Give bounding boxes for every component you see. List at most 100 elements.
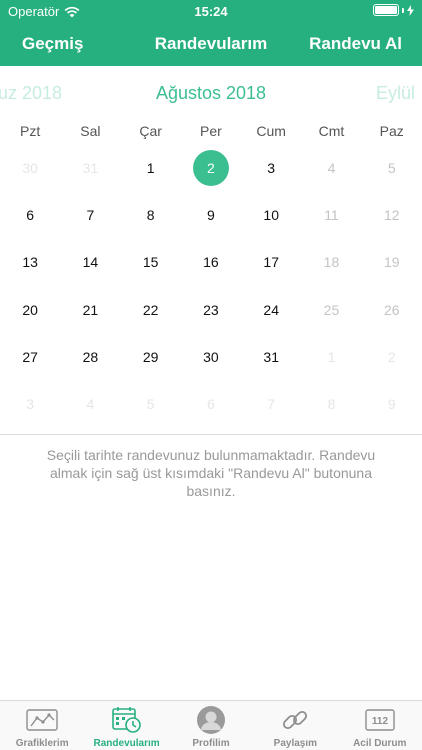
calendar-day-number: 4 (327, 159, 336, 176)
calendar-day[interactable]: 15 (121, 239, 181, 286)
page-title: Randevularım (154, 34, 268, 53)
calendar-day[interactable]: 23 (181, 286, 241, 333)
battery-tip (402, 7, 404, 13)
calendar-day-number: 5 (146, 396, 155, 413)
history-button[interactable]: Geçmiş (22, 34, 83, 54)
profile-avatar-icon (196, 706, 225, 734)
calendar-day[interactable]: 19 (362, 239, 422, 286)
tab-bar: Grafiklerim Randevularım Profilim Paylaş… (0, 700, 422, 750)
weekday-label: Sal (80, 123, 101, 139)
calendar-day-number: 13 (22, 254, 38, 271)
current-month: Ağustos 2018 (155, 83, 267, 103)
tab-profile[interactable]: Profilim (169, 701, 253, 750)
calendar-day-number: 28 (82, 348, 99, 365)
calendar-day-number: 5 (387, 159, 396, 176)
calendar-day[interactable]: 18 (301, 239, 361, 286)
tab-appointments[interactable]: Randevularım (84, 701, 168, 750)
navigation-bar: Geçmiş Randevularım Randevu Al (0, 30, 422, 58)
calendar-day[interactable]: 27 (0, 333, 60, 380)
calendar-day[interactable]: 7 (60, 191, 120, 238)
empty-state-message: Seçili tarihte randevunuz bulunmamaktadı… (46, 447, 376, 499)
calendar-day-number: 15 (142, 254, 159, 271)
calendar-day-number: 2 (192, 149, 229, 186)
calendar-day[interactable]: 4 (60, 380, 120, 427)
calendar-day[interactable]: 12 (362, 191, 422, 238)
calendar-day[interactable]: 1 (121, 144, 181, 191)
calendar-day-selected[interactable]: 2 (181, 144, 241, 191)
calendar-day-number: 30 (203, 348, 219, 365)
calendar-day[interactable]: 1 (301, 333, 361, 380)
calendar-day-number: 25 (323, 301, 340, 318)
prev-month[interactable]: uz 2018 (0, 83, 62, 104)
calendar-day[interactable]: 14 (60, 239, 120, 286)
calendar-day-number: 19 (383, 254, 400, 271)
calendar-day[interactable]: 26 (362, 286, 422, 333)
calendar-day[interactable]: 6 (0, 191, 60, 238)
calendar-day[interactable]: 28 (60, 333, 120, 380)
calendar-day[interactable]: 2 (362, 333, 422, 380)
tab-profile-label: Profilim (192, 738, 230, 749)
link-icon (283, 710, 308, 730)
tab-charts[interactable]: Grafiklerim (0, 701, 84, 750)
calendar-day[interactable]: 17 (241, 239, 301, 286)
next-month[interactable]: Eylül (376, 83, 415, 104)
calendar-day-number: 20 (22, 301, 38, 318)
weekday-label: Paz (379, 123, 404, 139)
calendar-clock-icon (111, 707, 141, 733)
calendar-day[interactable]: 24 (241, 286, 301, 333)
calendar-day[interactable]: 13 (0, 239, 60, 286)
calendar-day[interactable]: 10 (241, 191, 301, 238)
weekday-label: Çar (139, 123, 162, 139)
calendar-day[interactable]: 8 (121, 191, 181, 238)
calendar-day[interactable]: 6 (181, 380, 241, 427)
calendar-day-number: 4 (86, 396, 95, 413)
tab-charts-label: Grafiklerim (15, 738, 69, 749)
calendar-day-number: 27 (22, 348, 38, 365)
calendar-day-number: 24 (263, 301, 279, 318)
calendar-day-number: 12 (383, 206, 400, 223)
calendar-day[interactable]: 30 (181, 333, 241, 380)
calendar-day[interactable]: 11 (301, 191, 361, 238)
calendar-day-number: 2 (387, 348, 396, 365)
calendar-day[interactable]: 29 (121, 333, 181, 380)
tab-share[interactable]: Paylaşım (253, 701, 337, 750)
header: Operatör 15:24 Geçmiş Randevularım Rande… (0, 0, 422, 66)
calendar-day[interactable]: 30 (0, 144, 60, 191)
calendar-day[interactable]: 22 (121, 286, 181, 333)
month-scroller[interactable]: uz 2018 Ağustos 2018 Eylül (0, 80, 422, 108)
calendar-day-number: 8 (327, 396, 336, 413)
calendar-day-number: 11 (324, 206, 339, 223)
calendar-day[interactable]: 5 (362, 144, 422, 191)
calendar-day-number: 30 (22, 159, 38, 176)
calendar-day-number: 1 (327, 348, 336, 365)
calendar-day[interactable]: 25 (301, 286, 361, 333)
calendar-day[interactable]: 7 (241, 380, 301, 427)
calendar-day[interactable]: 31 (60, 144, 120, 191)
calendar-day[interactable]: 20 (0, 286, 60, 333)
tab-emergency[interactable]: 112 Acil Durum (338, 701, 422, 750)
calendar-day-number: 18 (323, 254, 340, 271)
calendar-day-number: 17 (263, 254, 279, 271)
weekday-label: Per (200, 123, 222, 139)
tab-appointments-label: Randevularım (93, 738, 160, 749)
calendar-day[interactable]: 5 (121, 380, 181, 427)
calendar-day[interactable]: 9 (181, 191, 241, 238)
calendar-day-number: 16 (203, 254, 219, 271)
calendar-day-number: 7 (267, 396, 276, 413)
calendar-day-number: 3 (267, 159, 276, 176)
calendar-day-number: 14 (82, 254, 99, 271)
calendar-day[interactable]: 31 (241, 333, 301, 380)
calendar-day-number: 9 (207, 206, 215, 223)
tab-share-label: Paylaşım (273, 738, 318, 749)
calendar-day[interactable]: 9 (362, 380, 422, 427)
calendar-day[interactable]: 3 (241, 144, 301, 191)
calendar-day[interactable]: 8 (301, 380, 361, 427)
status-bar: Operatör 15:24 (0, 0, 422, 22)
new-appointment-button[interactable]: Randevu Al (309, 34, 402, 54)
calendar-day[interactable]: 16 (181, 239, 241, 286)
calendar-day[interactable]: 21 (60, 286, 120, 333)
battery-icon (373, 4, 399, 16)
calendar-grid: 30 31 1 2 3 4 5 6 7 8 9 10 11 12 13 14 15 16 17 18 19 20 21 22 2… (0, 144, 422, 428)
calendar-day[interactable]: 3 (0, 380, 60, 427)
calendar-day[interactable]: 4 (301, 144, 361, 191)
